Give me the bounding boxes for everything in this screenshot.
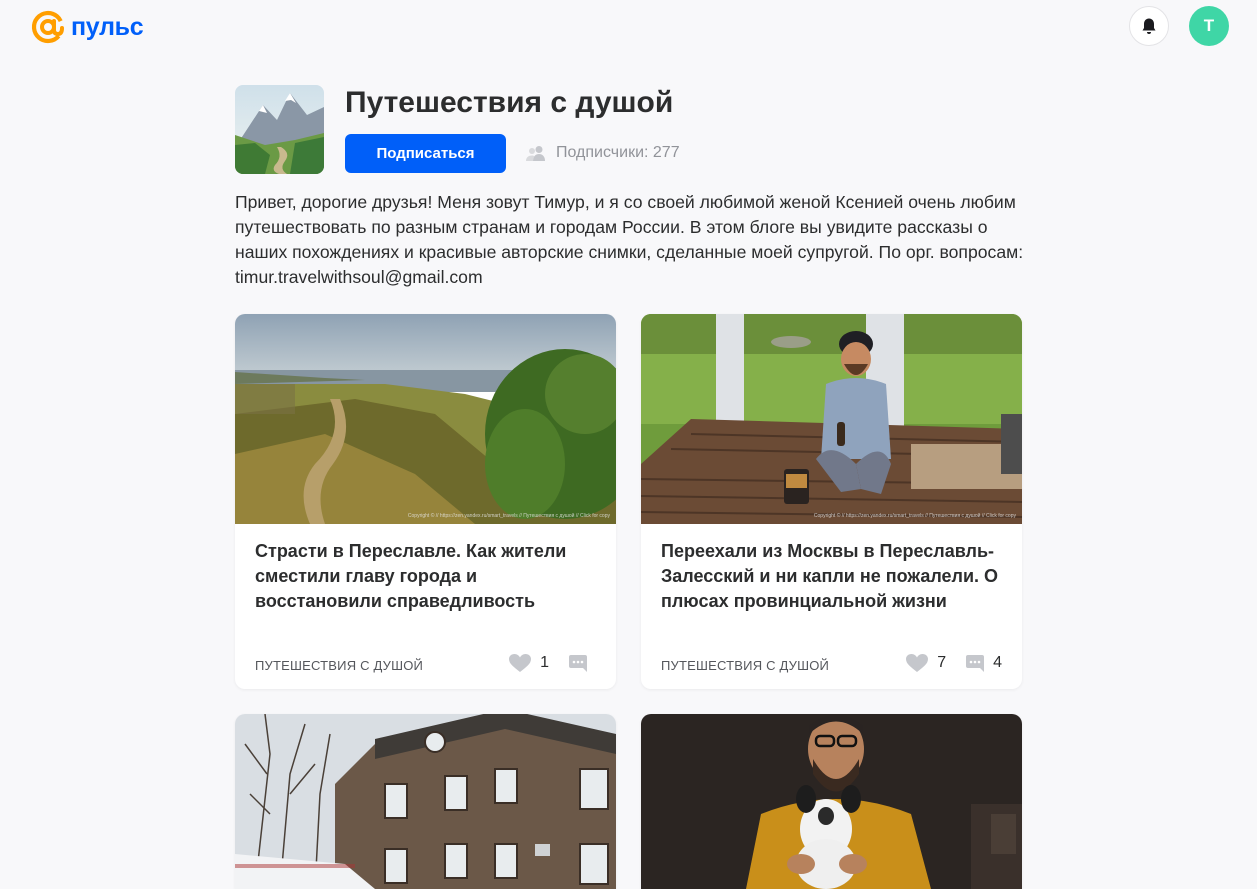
heart-icon: [509, 654, 532, 672]
users-icon: [526, 146, 545, 161]
article-source[interactable]: ПУТЕШЕСТВИЯ С ДУШОЙ: [255, 658, 423, 673]
channel-description: Привет, дорогие друзья! Меня зовут Тимур…: [235, 192, 1024, 287]
subscribers-count: Подписчики: 277: [526, 144, 680, 162]
mountain-valley-image: [235, 85, 324, 174]
comment-count: 4: [993, 654, 1002, 671]
image-caption: Copyright © // https://zen.yandex.ru/sma…: [408, 512, 611, 519]
comment-icon: [569, 654, 587, 672]
article-title[interactable]: Переехали из Москвы в Переславль-Залесск…: [661, 539, 1001, 614]
article-card[interactable]: Copyright © // https://zen.yandex.ru/sma…: [641, 314, 1022, 689]
article-card[interactable]: [641, 714, 1022, 889]
comment-button[interactable]: [569, 654, 596, 672]
comment-button[interactable]: 4: [966, 654, 1002, 672]
article-card[interactable]: Copyright © // https://zen.yandex.ru/sma…: [235, 314, 616, 689]
like-count: 7: [937, 654, 947, 671]
article-card[interactable]: [235, 714, 616, 889]
subscribe-button[interactable]: Подписаться: [345, 134, 506, 173]
user-avatar[interactable]: Т: [1189, 6, 1229, 46]
at-sign-icon: [31, 10, 65, 44]
like-button[interactable]: 1: [509, 654, 549, 672]
pulse-logo[interactable]: пульс: [30, 9, 144, 45]
article-stats: 1: [509, 654, 596, 672]
comment-icon: [966, 654, 985, 672]
article-source[interactable]: ПУТЕШЕСТВИЯ С ДУШОЙ: [661, 658, 829, 673]
landscape-photo: Copyright © // https://zen.yandex.ru/sma…: [235, 314, 616, 524]
channel-avatar: [235, 85, 324, 174]
logo-text: пульс: [71, 12, 144, 41]
notifications-button[interactable]: [1129, 6, 1169, 46]
man-with-puppy-photo: [641, 714, 1022, 889]
channel-title: Путешествия с душой: [345, 86, 674, 119]
heart-icon: [906, 654, 929, 672]
image-caption: Copyright © // https://zen.yandex.ru/sma…: [814, 512, 1017, 519]
subscribers-text: Подписчики: 277: [556, 144, 680, 161]
like-button[interactable]: 7: [906, 654, 946, 672]
article-stats: 7 4: [906, 654, 1002, 672]
bell-icon: [1142, 18, 1156, 34]
top-bar: пульс Т: [0, 0, 1257, 54]
wooden-house-photo: [235, 714, 616, 889]
article-title[interactable]: Страсти в Переславле. Как жители сместил…: [255, 539, 595, 614]
porch-photo: Copyright © // https://zen.yandex.ru/sma…: [641, 314, 1022, 524]
like-count: 1: [540, 654, 549, 671]
